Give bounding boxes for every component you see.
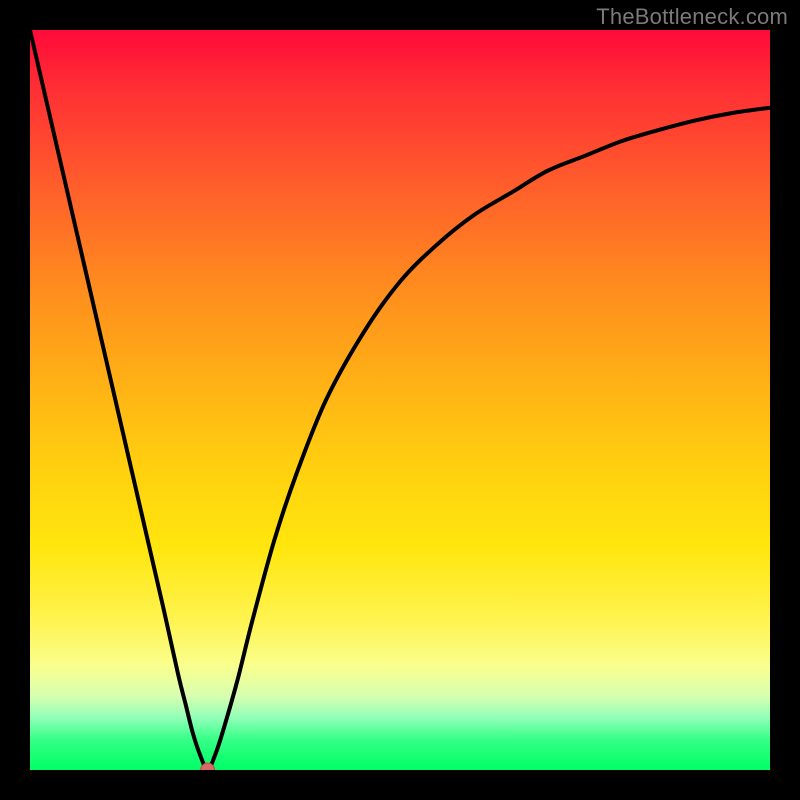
chart-frame: TheBottleneck.com <box>0 0 800 800</box>
curve-layer <box>30 30 770 770</box>
bottleneck-curve <box>30 30 770 770</box>
watermark-text: TheBottleneck.com <box>596 4 788 30</box>
